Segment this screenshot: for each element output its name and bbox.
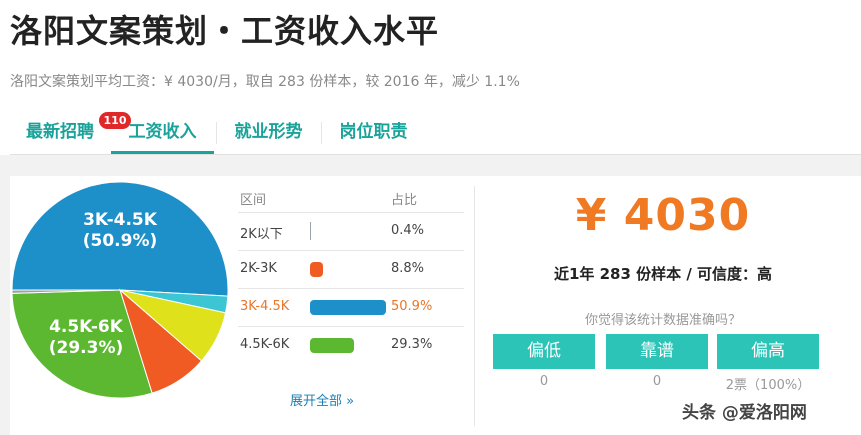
pie-label-range: 3K-4.5K — [83, 210, 158, 230]
tab-bar: 最新招聘 110 工资收入 就业形势 岗位职责 — [10, 110, 861, 155]
row-bar — [310, 338, 354, 353]
tab-employment[interactable]: 就业形势 — [217, 110, 320, 154]
average-salary: ¥ 4030 — [575, 190, 751, 241]
tab-label: 最新招聘 — [26, 122, 94, 142]
row-range: 4.5K-6K — [240, 337, 290, 352]
table-row: 4.5K-6K 29.3% — [238, 327, 464, 364]
pie-label-pct: (29.3%) — [49, 338, 124, 358]
tab-salary[interactable]: 工资收入 — [111, 110, 214, 154]
table-header: 区间 占比 — [238, 182, 464, 213]
table-row: 2K-3K 8.8% — [238, 251, 464, 289]
pie-label-pct: (50.9%) — [83, 231, 158, 251]
salary-distribution-table: 区间 占比 2K以下 0.4% 2K-3K 8.8% 3K-4.5K 50.9%… — [238, 182, 464, 409]
salary-card: 3K-4.5K (50.9%) 4.5K-6K (29.3%) 区间 占比 2K… — [10, 176, 861, 435]
expand-all-link[interactable]: 展开全部 » — [290, 390, 354, 409]
page-title: 洛阳文案策划・工资收入水平 — [10, 12, 440, 50]
row-range: 2K-3K — [240, 261, 277, 276]
row-bar — [310, 222, 311, 240]
row-bar — [310, 300, 386, 315]
row-pct: 29.3% — [391, 337, 433, 352]
tab-duties[interactable]: 岗位职责 — [322, 110, 425, 154]
tab-latest-jobs[interactable]: 最新招聘 — [10, 110, 110, 154]
vote-low-count: 0 — [539, 374, 549, 389]
row-bar — [310, 262, 324, 277]
table-row: 2K以下 0.4% — [238, 213, 464, 251]
pie-label-range: 4.5K-6K — [49, 317, 124, 337]
row-pct: 50.9% — [391, 299, 433, 314]
row-pct: 8.8% — [391, 261, 425, 276]
vote-high-button[interactable]: 偏高 — [717, 334, 819, 369]
tab-label: 就业形势 — [234, 122, 303, 142]
salary-pie-chart: 3K-4.5K (50.9%) 4.5K-6K (29.3%) — [11, 181, 229, 399]
header-range: 区间 — [240, 193, 267, 208]
vote-reliable-button[interactable]: 靠谱 — [606, 334, 708, 369]
tab-label: 岗位职责 — [339, 122, 408, 142]
tab-label: 工资收入 — [128, 122, 197, 142]
sample-info: 近1年 283 份样本 / 可信度：高 — [553, 265, 773, 283]
salary-summary: ¥ 4030 近1年 283 份样本 / 可信度：高 你觉得该统计数据准确吗？ … — [475, 176, 851, 435]
accuracy-question: 你觉得该统计数据准确吗？ — [584, 313, 741, 328]
row-pct: 0.4% — [391, 223, 425, 238]
watermark: 头条 @爱洛阳网 — [682, 403, 807, 423]
vote-high-count: 2票（100%） — [725, 378, 811, 393]
header-share: 占比 — [391, 193, 418, 208]
vote-reliable-count: 0 — [652, 374, 662, 389]
row-range: 2K以下 — [240, 227, 283, 242]
page-subtitle: 洛阳文案策划平均工资：¥ 4030/月，取自 283 份样本，较 2016 年，… — [10, 74, 520, 90]
vote-low-button[interactable]: 偏低 — [493, 334, 595, 369]
row-range: 3K-4.5K — [240, 299, 290, 314]
table-row: 3K-4.5K 50.9% — [238, 289, 464, 327]
